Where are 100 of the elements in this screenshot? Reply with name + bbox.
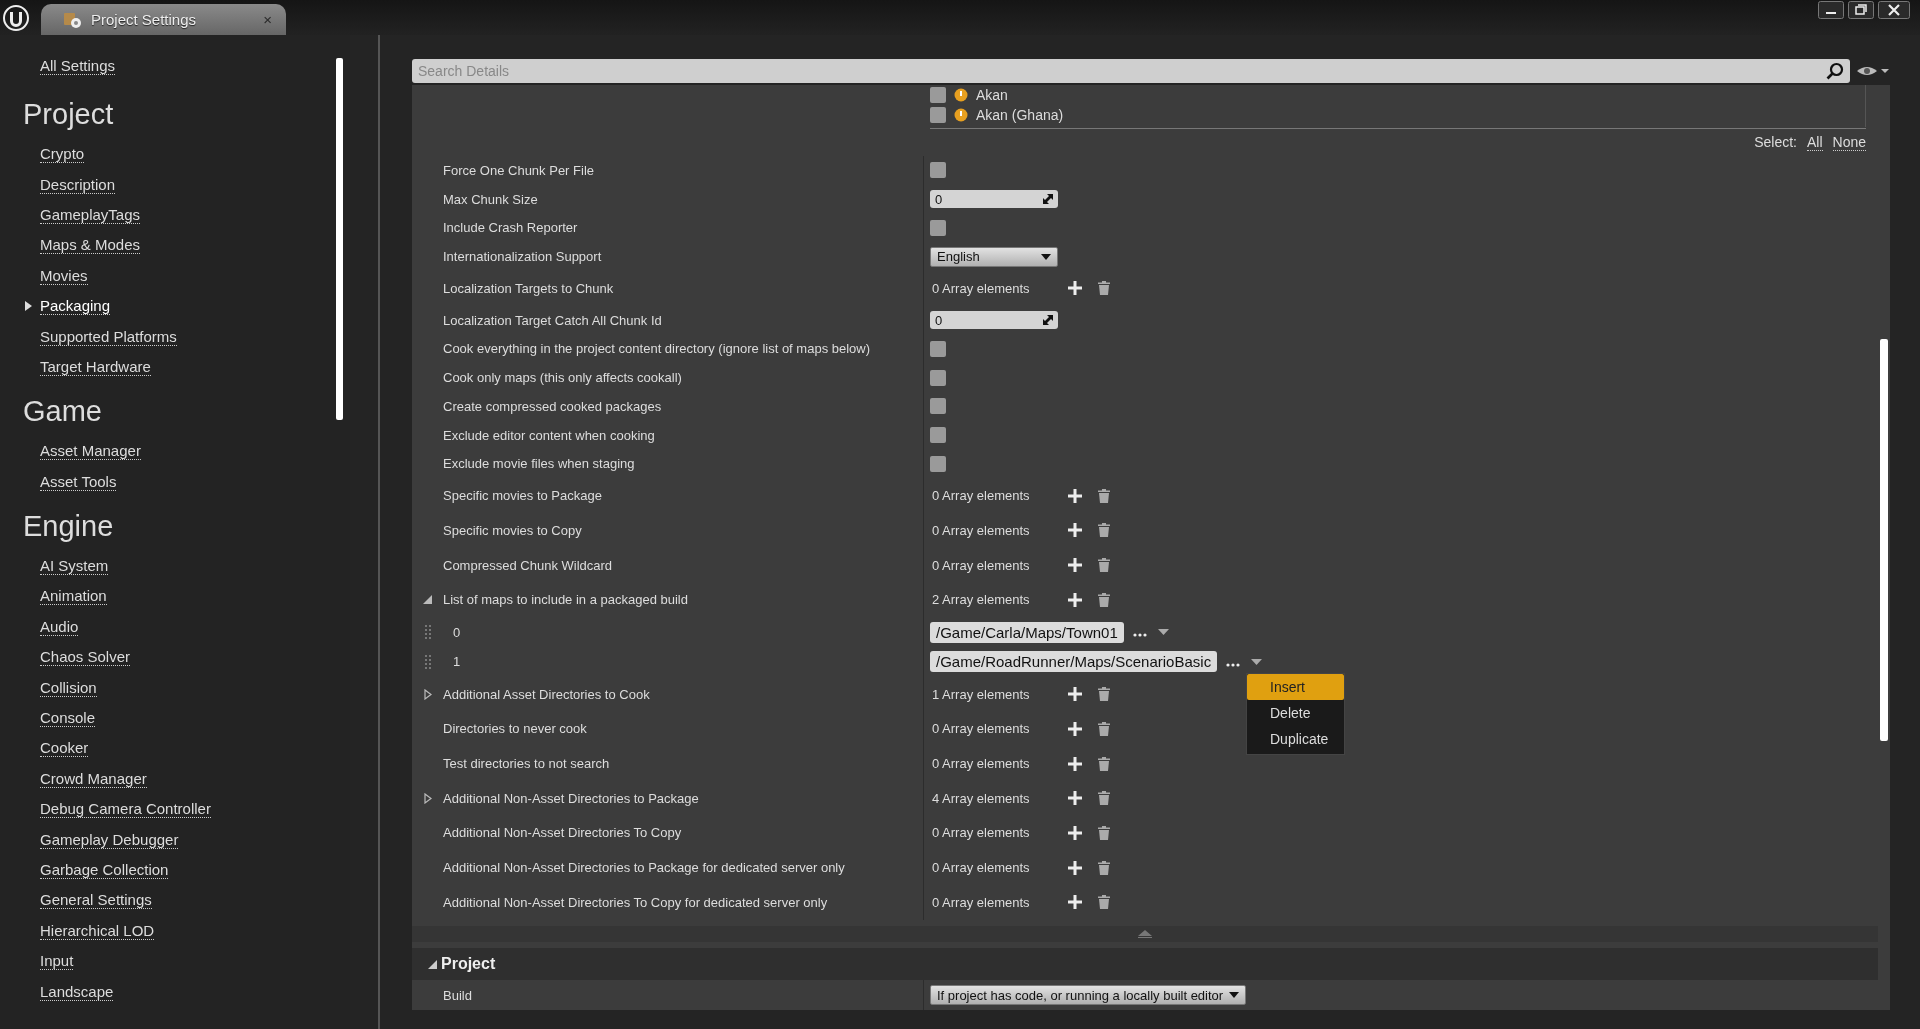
menu-item[interactable]: Delete [1247, 700, 1344, 726]
close-icon[interactable] [1878, 1, 1910, 19]
checkbox[interactable] [930, 398, 946, 415]
drag-handle-icon[interactable] [424, 654, 431, 669]
drag-icon [1043, 315, 1053, 326]
sidebar-link[interactable]: Target Hardware [40, 357, 151, 376]
checkbox[interactable] [930, 162, 946, 179]
add-icon[interactable] [1068, 721, 1082, 736]
project-settings-tab[interactable]: Project Settings × [41, 4, 286, 35]
restore-icon[interactable] [1848, 1, 1874, 19]
add-icon[interactable] [1068, 488, 1082, 503]
sidebar-link[interactable]: Gameplay Debugger [40, 830, 179, 849]
menu-item[interactable]: Duplicate [1247, 726, 1344, 752]
trash-icon[interactable] [1098, 523, 1110, 538]
trash-icon[interactable] [1098, 592, 1110, 607]
add-icon[interactable] [1068, 895, 1082, 910]
trash-icon[interactable] [1098, 791, 1110, 806]
more-icon[interactable] [1132, 633, 1147, 638]
sidebar-link[interactable]: Console [40, 709, 96, 728]
trash-icon[interactable] [1098, 687, 1110, 702]
asset-path-field[interactable]: /Game/RoadRunner/Maps/ScenarioBasic [930, 651, 1218, 673]
sidebar-link[interactable]: Crowd Manager [40, 769, 147, 788]
sidebar-link[interactable]: Chaos Solver [40, 648, 131, 667]
sidebar-link[interactable]: GameplayTags [40, 205, 141, 224]
sidebar-link[interactable]: Cooker [40, 739, 89, 758]
scrollbar-thumb[interactable] [336, 58, 343, 420]
trash-icon[interactable] [1098, 721, 1110, 736]
asset-path-field[interactable]: /Game/Carla/Maps/Town01 [930, 621, 1124, 643]
sidebar-link[interactable]: Hierarchical LOD [40, 921, 155, 940]
expanded-arrow-icon[interactable] [428, 959, 437, 969]
caret-icon[interactable] [1251, 658, 1263, 665]
collapsed-arrow-icon[interactable] [423, 792, 432, 804]
number-field[interactable]: 0 [930, 311, 1058, 330]
search-field[interactable]: Search Details [412, 58, 1850, 83]
property-label: Build [443, 987, 472, 1003]
trash-icon[interactable] [1098, 558, 1110, 573]
checkbox[interactable] [930, 219, 946, 236]
add-icon[interactable] [1068, 860, 1082, 875]
add-icon[interactable] [1068, 592, 1082, 607]
sidebar-link[interactable]: Crypto [40, 145, 85, 164]
sidebar-link[interactable]: Asset Manager [40, 442, 141, 461]
sidebar-link[interactable]: Supported Platforms [40, 327, 177, 346]
sidebar-link[interactable]: Asset Tools [40, 472, 117, 491]
add-icon[interactable] [1068, 281, 1082, 296]
checkbox[interactable] [930, 427, 946, 444]
drag-handle-icon[interactable] [424, 625, 431, 640]
sidebar-link[interactable]: Movies [40, 266, 88, 285]
section-heading: Engine [22, 508, 115, 544]
checkbox[interactable] [930, 87, 946, 103]
sidebar-link[interactable]: Collision [40, 678, 97, 697]
sidebar-link[interactable]: Animation [40, 587, 107, 606]
caret-icon[interactable] [1157, 629, 1169, 636]
sidebar-link[interactable]: General Settings [40, 891, 152, 910]
collapsed-arrow-icon[interactable] [423, 688, 432, 700]
warning-icon [954, 108, 968, 122]
sidebar-link[interactable]: Audio [40, 617, 79, 636]
array-count: 0 Array elements [932, 557, 1031, 573]
culture-label[interactable]: Akan (Ghana) [976, 107, 1064, 123]
menu-item[interactable]: Insert [1247, 674, 1344, 700]
trash-icon[interactable] [1098, 895, 1110, 910]
more-icon[interactable] [1226, 662, 1241, 667]
array-count: 0 Array elements [932, 825, 1031, 841]
expanded-arrow-icon[interactable] [423, 595, 432, 605]
language-dropdown[interactable]: English [930, 246, 1058, 267]
sidebar-link[interactable]: All Settings [40, 57, 116, 75]
select-link[interactable]: All [1806, 134, 1823, 151]
collapse-icon[interactable] [1138, 929, 1152, 938]
add-icon[interactable] [1068, 558, 1082, 573]
category-title[interactable]: Project [441, 955, 496, 973]
checkbox[interactable] [930, 456, 946, 472]
minimize-icon[interactable] [1818, 1, 1844, 19]
trash-icon[interactable] [1098, 860, 1110, 875]
add-icon[interactable] [1068, 826, 1082, 840]
add-icon[interactable] [1068, 791, 1082, 806]
trash-icon[interactable] [1098, 756, 1110, 771]
sidebar-link[interactable]: Landscape [40, 982, 114, 1001]
checkbox[interactable] [930, 369, 946, 386]
checkbox[interactable] [930, 340, 946, 357]
sidebar-link[interactable]: Maps & Modes [40, 236, 141, 255]
sidebar-link[interactable]: Garbage Collection [40, 861, 169, 879]
sidebar-link[interactable]: Debug Camera Controller [40, 800, 211, 819]
culture-label[interactable]: Akan [976, 87, 1008, 103]
array-count: 4 Array elements [932, 790, 1031, 806]
select-link[interactable]: None [1832, 134, 1866, 151]
number-field[interactable]: 0 [930, 190, 1058, 209]
checkbox[interactable] [930, 107, 946, 123]
sidebar-link[interactable]: Input [40, 952, 74, 971]
add-icon[interactable] [1068, 523, 1082, 538]
trash-icon[interactable] [1098, 281, 1110, 296]
trash-icon[interactable] [1098, 826, 1110, 840]
build-dropdown[interactable]: If project has code, or running a locally built editor [930, 985, 1247, 1006]
property-label: Force One Chunk Per File [443, 162, 594, 178]
sidebar-link[interactable]: AI System [40, 557, 109, 576]
sidebar-link[interactable]: Description [40, 175, 116, 194]
add-icon[interactable] [1068, 756, 1082, 771]
trash-icon[interactable] [1098, 488, 1110, 503]
add-icon[interactable] [1068, 687, 1082, 702]
scrollbar-thumb[interactable] [1880, 339, 1888, 741]
sidebar-link[interactable]: Packaging [40, 297, 111, 316]
warning-icon [954, 88, 968, 102]
